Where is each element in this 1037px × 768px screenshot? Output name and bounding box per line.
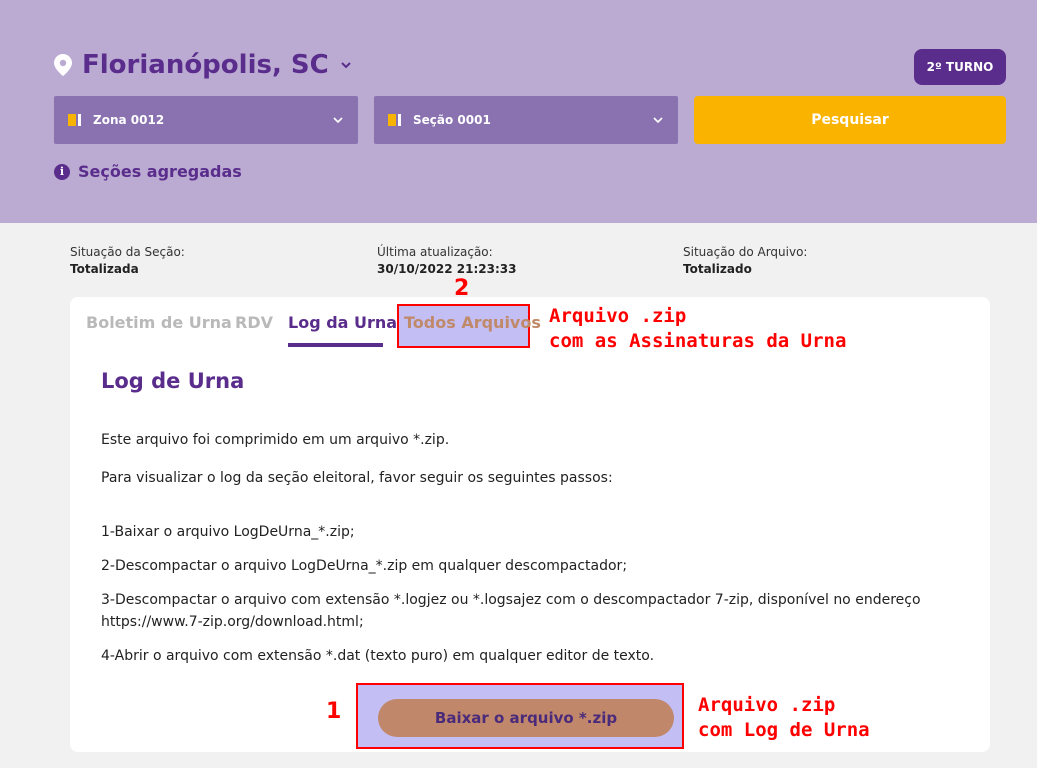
flag-icon xyxy=(68,114,81,126)
info-icon: i xyxy=(54,163,70,180)
annotation-note-2-line1: Arquivo .zip xyxy=(549,305,687,327)
status-arquivo-value: Totalizado xyxy=(683,262,752,276)
city-name: Florianópolis, SC xyxy=(82,50,329,80)
step-2: 2-Descompactar o arquivo LogDeUrna_*.zip… xyxy=(101,558,628,574)
status-secao-label: Situação da Seção: xyxy=(70,245,185,259)
tab-boletim-de-urna[interactable]: Boletim de Urna xyxy=(86,313,232,332)
chevron-down-icon xyxy=(333,117,343,124)
step-3: 3-Descompactar o arquivo com extensão *.… xyxy=(101,592,921,630)
city-selector[interactable]: Florianópolis, SC xyxy=(54,50,353,80)
annotation-note-2-line2: com as Assinaturas da Urna xyxy=(549,330,847,352)
location-pin-icon xyxy=(54,54,72,76)
flag-icon xyxy=(388,114,401,126)
annotation-note-2: Arquivo .zip com as Assinaturas da Urna xyxy=(549,304,846,354)
search-button[interactable]: Pesquisar xyxy=(694,96,1006,144)
step-4: 4-Abrir o arquivo com extensão *.dat (te… xyxy=(101,648,655,664)
secao-select[interactable]: Seção 0001 xyxy=(374,96,678,144)
annotation-number-2: 2 xyxy=(454,276,470,301)
status-arquivo: Situação do Arquivo: Totalizado xyxy=(683,244,807,278)
status-atualizacao: Última atualização: 30/10/2022 21:23:33 xyxy=(377,244,516,278)
chevron-down-icon xyxy=(340,62,351,69)
zona-select[interactable]: Zona 0012 xyxy=(54,96,358,144)
content-title: Log de Urna xyxy=(101,369,245,393)
annotation-note-1: Arquivo .zip com Log de Urna xyxy=(698,693,870,743)
header: Florianópolis, SC 2º TURNO Zona 0012 Seç… xyxy=(0,0,1037,223)
secoes-agregadas-label: Seções agregadas xyxy=(78,162,242,181)
status-atualizacao-value: 30/10/2022 21:23:33 xyxy=(377,262,517,276)
status-arquivo-label: Situação do Arquivo: xyxy=(683,245,808,259)
secoes-agregadas-link[interactable]: i Seções agregadas xyxy=(54,162,242,181)
turno-button[interactable]: 2º TURNO xyxy=(914,49,1006,85)
annotation-note-1-line1: Arquivo .zip xyxy=(698,694,836,716)
step-1: 1-Baixar o arquivo LogDeUrna_*.zip; xyxy=(101,524,355,540)
chevron-down-icon xyxy=(653,117,663,124)
download-zip-button[interactable]: Baixar o arquivo *.zip xyxy=(378,699,674,737)
annotation-note-1-line2: com Log de Urna xyxy=(698,719,870,741)
secao-label: Seção 0001 xyxy=(413,113,491,127)
tab-todos-arquivos[interactable]: Todos Arquivos xyxy=(404,313,541,332)
status-secao: Situação da Seção: Totalizada xyxy=(70,244,185,278)
zona-label: Zona 0012 xyxy=(93,113,165,127)
paragraph-1: Este arquivo foi comprimido em um arquiv… xyxy=(101,432,450,448)
paragraph-2: Para visualizar o log da seção eleitoral… xyxy=(101,470,613,486)
status-atualizacao-label: Última atualização: xyxy=(377,245,493,259)
tab-rdv[interactable]: RDV xyxy=(235,313,273,332)
tab-log-da-urna[interactable]: Log da Urna xyxy=(288,313,397,332)
active-tab-indicator xyxy=(288,343,383,347)
annotation-number-1: 1 xyxy=(326,699,342,724)
status-secao-value: Totalizada xyxy=(70,262,139,276)
